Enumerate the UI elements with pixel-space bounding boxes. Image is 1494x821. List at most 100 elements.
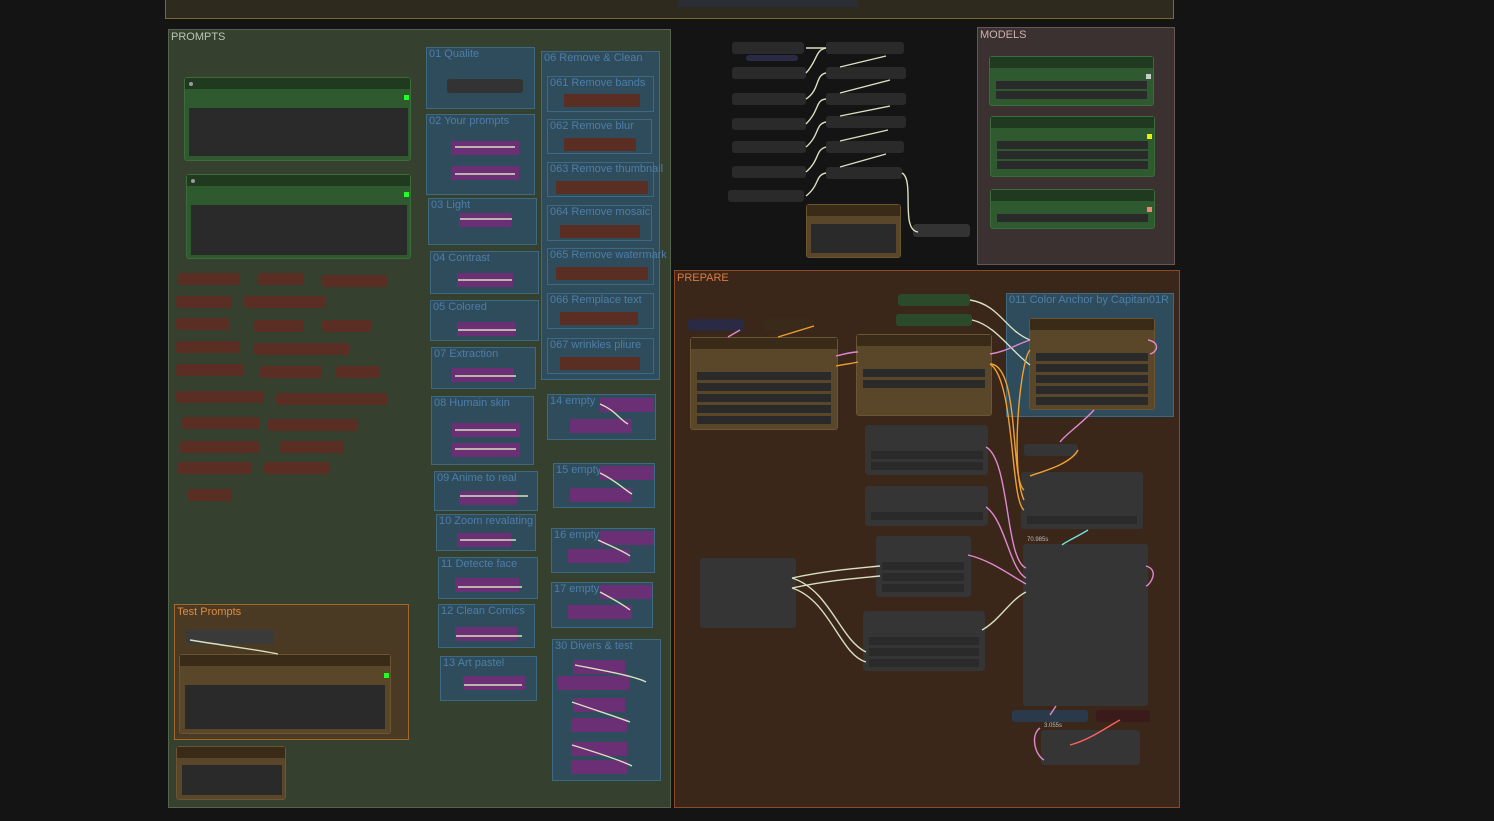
node[interactable] [564, 94, 640, 107]
free-node[interactable] [826, 141, 904, 153]
test-prompt-text-node[interactable] [179, 654, 391, 734]
small-node[interactable] [178, 273, 240, 285]
node[interactable] [560, 357, 640, 370]
node[interactable] [564, 138, 636, 151]
free-node[interactable] [826, 167, 902, 179]
lora-node[interactable] [451, 166, 519, 180]
lora-node[interactable] [573, 698, 625, 712]
note-node[interactable] [176, 746, 286, 800]
lora-node[interactable] [600, 398, 654, 412]
lora-node[interactable] [459, 491, 517, 505]
resize-node[interactable] [856, 334, 992, 416]
subgroup-17[interactable]: 17 empty [551, 582, 653, 628]
small-node[interactable] [180, 441, 260, 453]
green-small-node[interactable] [898, 294, 970, 306]
subgroup-13[interactable]: 13 Art pastel [440, 656, 537, 701]
gray-node[interactable] [863, 611, 985, 671]
test-prompt-input-node[interactable] [186, 630, 274, 644]
subgroup-062[interactable]: 062 Remove blur [547, 119, 652, 154]
color-anchor-node[interactable] [1029, 318, 1155, 410]
small-node[interactable] [176, 296, 232, 308]
green-small-node[interactable] [896, 314, 972, 326]
small-node[interactable] [176, 364, 244, 376]
prompt-text-node-2[interactable] [186, 174, 411, 259]
small-node[interactable] [268, 419, 358, 431]
small-node[interactable] [1012, 710, 1088, 722]
small-node[interactable] [264, 462, 330, 474]
lora-node[interactable] [568, 549, 630, 563]
free-node[interactable] [826, 116, 906, 128]
gray-node[interactable] [876, 536, 971, 597]
subgroup-01[interactable]: 01 Qualite [426, 47, 535, 109]
lora-node[interactable] [452, 443, 520, 457]
lora-node[interactable] [571, 742, 627, 756]
input-node[interactable] [764, 319, 814, 331]
free-node[interactable] [732, 118, 806, 130]
free-node[interactable] [732, 166, 806, 178]
subgroup-16[interactable]: 16 empty [551, 528, 655, 573]
free-node[interactable] [728, 190, 804, 202]
gray-node[interactable] [1041, 730, 1140, 765]
free-node[interactable] [732, 42, 804, 54]
subgroup-063[interactable]: 063 Remove thumbnail [547, 162, 663, 197]
lora-node[interactable] [570, 419, 632, 433]
subgroup-061[interactable]: 061 Remove bands [547, 76, 654, 112]
lora-node[interactable] [455, 578, 519, 592]
free-node[interactable] [732, 141, 806, 153]
gray-node[interactable] [865, 425, 988, 475]
small-node[interactable] [178, 462, 252, 474]
lora-node[interactable] [457, 322, 515, 336]
prompt-textarea[interactable] [185, 685, 385, 729]
gray-node[interactable] [700, 558, 796, 628]
small-node[interactable] [254, 343, 350, 355]
model-loader-node-3[interactable] [990, 189, 1155, 229]
lora-node[interactable] [600, 466, 654, 480]
lora-node[interactable] [452, 368, 514, 382]
subgroup-14[interactable]: 14 empty [547, 394, 656, 440]
model-loader-node-1[interactable] [989, 56, 1154, 106]
subgroup-066[interactable]: 066 Remplace text [547, 293, 654, 329]
subgroup-05[interactable]: 05 Colored [430, 300, 539, 341]
small-node[interactable] [276, 393, 388, 405]
free-node[interactable] [732, 67, 806, 79]
small-node[interactable] [336, 366, 380, 378]
small-node[interactable] [258, 273, 304, 285]
output-slot-icon[interactable] [404, 192, 409, 197]
prompt-textarea[interactable] [191, 205, 407, 255]
subgroup-07[interactable]: 07 Extraction [431, 347, 536, 389]
lora-node[interactable] [600, 531, 654, 545]
subgroup-08[interactable]: 08 Humain skin [431, 396, 534, 465]
lora-node[interactable] [457, 273, 513, 287]
gray-node[interactable] [865, 486, 988, 526]
lora-node[interactable] [463, 676, 525, 690]
subgroup-02[interactable]: 02 Your prompts [426, 114, 535, 195]
small-node[interactable] [280, 441, 344, 453]
subgroup-12[interactable]: 12 Clean Comics [438, 604, 535, 648]
output-slot-icon[interactable] [1147, 207, 1152, 212]
output-slot-icon[interactable] [384, 673, 389, 678]
small-node[interactable] [254, 320, 304, 332]
image-load-node[interactable] [690, 337, 838, 430]
node[interactable] [556, 181, 648, 194]
small-node[interactable] [176, 341, 240, 353]
preview-node[interactable] [806, 204, 901, 258]
small-node[interactable] [176, 318, 230, 330]
subgroup-064[interactable]: 064 Remove mosaic [547, 205, 652, 241]
prompt-text-node-1[interactable] [184, 77, 411, 161]
subgroup-04[interactable]: 04 Contrast [430, 251, 539, 294]
lora-node[interactable] [568, 605, 632, 619]
lora-node[interactable] [571, 718, 627, 732]
free-node[interactable] [826, 42, 904, 54]
node[interactable] [560, 225, 640, 238]
input-node[interactable] [688, 319, 744, 331]
prompt-textarea[interactable] [189, 108, 408, 156]
lora-node[interactable] [573, 660, 625, 674]
lora-node[interactable] [457, 533, 511, 547]
output-slot-icon[interactable] [1146, 74, 1151, 79]
small-node[interactable] [322, 275, 388, 287]
small-node[interactable] [322, 320, 372, 332]
free-node[interactable] [746, 55, 798, 61]
subgroup-11[interactable]: 11 Detecte face [438, 557, 538, 599]
output-slot-icon[interactable] [1147, 134, 1152, 139]
note-textarea[interactable] [182, 765, 282, 795]
